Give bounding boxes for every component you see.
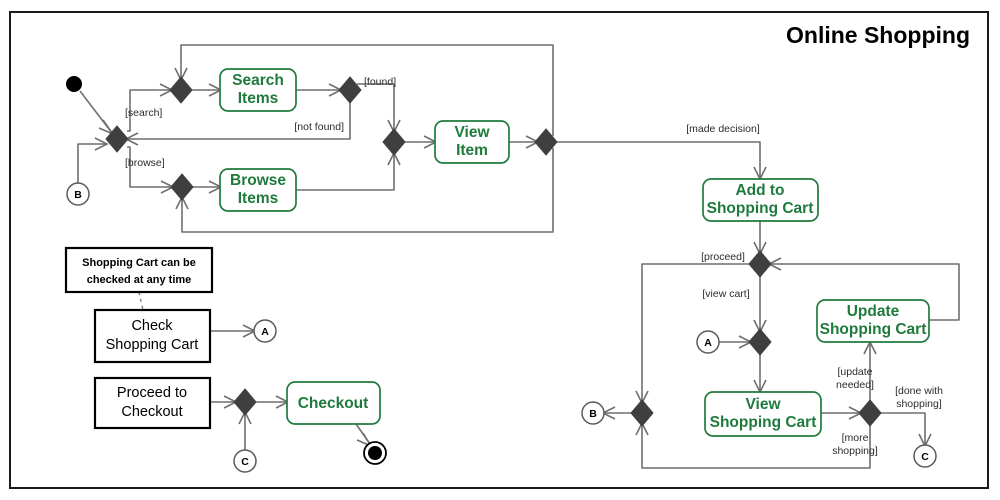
connector-c-left[interactable]: C xyxy=(233,449,257,473)
activity-diagram-canvas: Online Shopping Search Items Browse Item… xyxy=(0,0,1000,500)
activity-label: View xyxy=(454,124,490,141)
guard-search: [search] xyxy=(125,107,162,119)
guard-found: [found] xyxy=(364,76,396,88)
activity-label: Shopping Cart xyxy=(707,200,814,217)
connector-label: C xyxy=(241,456,249,468)
connector-label: C xyxy=(921,451,929,463)
guard-not-found: [not found] xyxy=(294,121,344,133)
activity-label: Proceed to xyxy=(117,385,187,401)
merge-search[interactable] xyxy=(169,76,193,104)
activity-update-shopping-cart[interactable]: Update Shopping Cart xyxy=(816,299,930,343)
final-node xyxy=(363,441,387,465)
activity-label: Shopping Cart xyxy=(820,321,927,338)
connector-label: A xyxy=(704,337,712,349)
merge-cart-b[interactable] xyxy=(630,399,654,427)
connector-a-right[interactable]: A xyxy=(696,330,720,354)
activity-label: Browse xyxy=(230,172,286,189)
guard-view-cart: [view cart] xyxy=(702,288,749,300)
connector-b-right[interactable]: B xyxy=(581,401,605,425)
activity-label: Update xyxy=(847,303,900,320)
merge-browse[interactable] xyxy=(170,173,194,201)
activity-label: Shopping Cart xyxy=(710,414,817,431)
activity-label: Checkout xyxy=(298,395,369,412)
decision-cart-action[interactable] xyxy=(858,399,882,427)
activity-label: Add to xyxy=(735,182,784,199)
activity-view-item[interactable]: View Item xyxy=(434,120,510,164)
guard-browse: [browse] xyxy=(125,157,165,169)
guard-made-decision: [made decision] xyxy=(686,123,760,135)
connector-label: B xyxy=(589,408,597,420)
guard-more-shopping: shopping] xyxy=(832,445,878,457)
activity-check-shopping-cart[interactable]: Check Shopping Cart xyxy=(93,308,212,364)
activity-label: Check xyxy=(131,318,173,334)
activity-label: Shopping Cart xyxy=(106,337,199,353)
connector-b-left[interactable]: B xyxy=(66,182,90,206)
activity-label: Search xyxy=(232,72,284,89)
shopping-cart-note: Shopping Cart can be checked at any time xyxy=(64,246,214,294)
connector-c-right[interactable]: C xyxy=(913,444,937,468)
activity-view-shopping-cart[interactable]: View Shopping Cart xyxy=(704,391,822,437)
page-title: Online Shopping xyxy=(786,22,970,48)
activity-browse-items[interactable]: Browse Items xyxy=(219,168,297,212)
guard-more-shopping: [more xyxy=(842,432,869,444)
activity-label: Items xyxy=(238,90,279,107)
decision-found[interactable] xyxy=(338,76,362,104)
note-line: Shopping Cart can be xyxy=(82,257,196,269)
activity-label: View xyxy=(745,396,781,413)
guard-done-with-shopping: shopping] xyxy=(896,398,942,410)
connector-label: B xyxy=(74,189,82,201)
activity-label: Items xyxy=(238,190,279,207)
uml-activity-diagram: Online Shopping Search Items Browse Item… xyxy=(9,11,989,489)
guard-update-needed: needed] xyxy=(836,379,874,391)
merge-view-cart[interactable] xyxy=(748,328,772,356)
note-line: checked at any time xyxy=(87,274,192,286)
connector-a-left[interactable]: A xyxy=(253,319,277,343)
guard-update-needed: [update xyxy=(837,366,872,378)
activity-label: Checkout xyxy=(121,404,182,420)
decision-proceed[interactable] xyxy=(748,250,772,278)
activity-search-items[interactable]: Search Items xyxy=(219,68,297,112)
activity-label: Item xyxy=(456,142,488,159)
connector-label: A xyxy=(261,326,269,338)
initial-node xyxy=(66,76,82,92)
activity-add-to-shopping-cart[interactable]: Add to Shopping Cart xyxy=(702,178,819,222)
activity-proceed-to-checkout[interactable]: Proceed to Checkout xyxy=(93,376,212,430)
guard-proceed: [proceed] xyxy=(701,251,745,263)
guard-done-with-shopping: [done with xyxy=(895,385,943,397)
merge-checkout[interactable] xyxy=(233,388,257,416)
activity-checkout[interactable]: Checkout xyxy=(286,381,381,425)
merge-view-item[interactable] xyxy=(382,128,406,156)
